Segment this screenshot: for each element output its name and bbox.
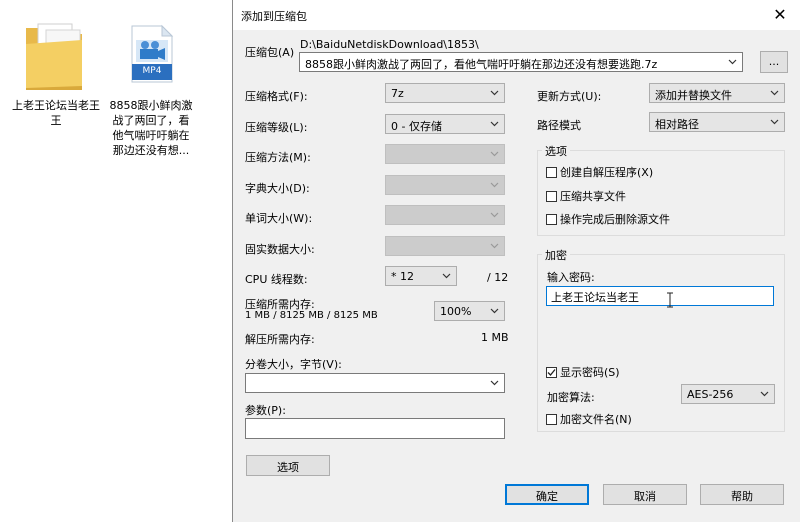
chevron-down-icon [490, 212, 499, 218]
add-to-archive-dialog: 添加到压缩包 ✕ 压缩包(A) D:\BaiduNetdiskDownload\… [232, 0, 800, 522]
shared-checkbox[interactable]: 压缩共享文件 [546, 188, 626, 203]
sfx-checkbox[interactable]: 创建自解压程序(X) [546, 164, 654, 179]
desktop-folder-label-line2: 王 [50, 114, 62, 127]
params-label: 参数(P): [245, 404, 286, 417]
dict-select [385, 175, 505, 195]
password-label: 输入密码: [547, 271, 595, 284]
mp4-file-icon[interactable]: MP4 [128, 24, 176, 84]
split-label: 分卷大小，字节(V): [245, 358, 342, 371]
chevron-down-icon [490, 121, 499, 127]
checkbox-box [546, 367, 557, 378]
cpu-label: CPU 线程数: [245, 273, 308, 286]
enc-method-label: 加密算法: [547, 391, 595, 404]
params-input[interactable] [245, 418, 505, 439]
word-select [385, 205, 505, 225]
checkbox-box [546, 167, 557, 178]
word-label: 单词大小(W): [245, 212, 313, 225]
level-select[interactable]: 0 - 仅存储 [385, 114, 505, 134]
chevron-down-icon [490, 243, 499, 249]
password-input[interactable]: 上老王论坛当老王 [546, 286, 774, 306]
format-select[interactable]: 7z [385, 83, 505, 103]
enc-method-select[interactable]: AES-256 [681, 384, 775, 404]
archive-name-value: 8858跟小鲜肉激战了两回了，看他气喘吁吁躺在那边还没有想要逃跑.7z [305, 58, 658, 71]
text-cursor-icon [667, 292, 673, 308]
chevron-down-icon [490, 308, 499, 314]
mem-comp-value: 1 MB / 8125 MB / 8125 MB [245, 310, 378, 321]
desktop-folder-label: 上老王论坛当老王 [12, 99, 100, 112]
chevron-down-icon [760, 391, 769, 397]
help-button[interactable]: 帮助 [700, 484, 784, 505]
close-icon[interactable]: ✕ [770, 5, 790, 25]
mp4-file-label-4: 那边还没有想... [112, 144, 190, 157]
path-mode-label: 路径模式 [537, 119, 581, 132]
cpu-value: * 12 [391, 270, 414, 283]
shared-label: 压缩共享文件 [560, 190, 626, 203]
chevron-down-icon [770, 90, 779, 96]
dialog-title: 添加到压缩包 [241, 10, 307, 23]
path-mode-value: 相对路径 [655, 118, 699, 131]
update-select[interactable]: 添加并替换文件 [649, 83, 785, 103]
ok-button[interactable]: 确定 [505, 484, 589, 505]
format-label: 压缩格式(F): [245, 90, 308, 103]
chevron-down-icon [490, 182, 499, 188]
chevron-down-icon [490, 151, 499, 157]
chevron-down-icon [490, 90, 499, 96]
chevron-down-icon [442, 273, 451, 279]
enc-method-value: AES-256 [687, 388, 734, 401]
level-value: 0 - 仅存储 [391, 120, 442, 133]
encrypt-names-label: 加密文件名(N) [560, 413, 632, 426]
path-mode-select[interactable]: 相对路径 [649, 112, 785, 132]
folder-icon [26, 23, 82, 90]
mem-decomp-value: 1 MB [481, 331, 509, 344]
method-label: 压缩方法(M): [245, 151, 311, 164]
options-button[interactable]: 选项 [246, 455, 330, 476]
checkbox-box [546, 191, 557, 202]
level-label: 压缩等级(L): [245, 121, 308, 134]
chevron-down-icon [728, 59, 737, 65]
method-select [385, 144, 505, 164]
password-value: 上老王论坛当老王 [551, 291, 639, 304]
delete-label: 操作完成后删除源文件 [560, 213, 670, 226]
update-label: 更新方式(U): [537, 90, 602, 103]
archive-path: D:\BaiduNetdiskDownload\1853\ [300, 38, 479, 51]
desktop-folder-icon[interactable] [20, 10, 92, 98]
update-value: 添加并替换文件 [655, 89, 732, 102]
title-bar: 添加到压缩包 ✕ [233, 0, 800, 30]
show-password-checkbox[interactable]: 显示密码(S) [546, 364, 620, 379]
checkmark-icon [547, 369, 556, 376]
mp4-file-label-3: 他气喘吁吁躺在 [112, 129, 190, 142]
mp4-file-label-1: 8858跟小鲜肉激 [109, 99, 193, 112]
chevron-down-icon [490, 380, 499, 386]
mem-percent-select[interactable]: 100% [434, 301, 505, 321]
format-value: 7z [391, 87, 404, 100]
mp4-badge: MP4 [142, 66, 162, 76]
dict-label: 字典大小(D): [245, 182, 310, 195]
options-group-title: 选项 [542, 143, 570, 159]
delete-checkbox[interactable]: 操作完成后删除源文件 [546, 211, 670, 226]
solid-label: 固实数据大小: [245, 243, 315, 256]
cpu-select[interactable]: * 12 [385, 266, 457, 286]
cancel-button[interactable]: 取消 [603, 484, 687, 505]
archive-name-combo[interactable]: 8858跟小鲜肉激战了两回了，看他气喘吁吁躺在那边还没有想要逃跑.7z [299, 52, 743, 72]
encrypt-names-checkbox[interactable]: 加密文件名(N) [546, 411, 632, 426]
chevron-down-icon [770, 119, 779, 125]
archive-label: 压缩包(A) [245, 46, 295, 59]
cpu-total: / 12 [487, 271, 509, 284]
browse-button[interactable]: ... [760, 51, 788, 73]
mp4-file-label-2: 战了两回了，看 [112, 114, 190, 127]
solid-select [385, 236, 505, 256]
mem-percent-value: 100% [440, 305, 472, 318]
checkbox-box [546, 414, 557, 425]
checkbox-box [546, 214, 557, 225]
sfx-label: 创建自解压程序(X) [560, 166, 654, 179]
split-select[interactable] [245, 373, 505, 393]
show-password-label: 显示密码(S) [560, 366, 620, 379]
mem-decomp-label: 解压所需内存: [245, 333, 315, 346]
encryption-group-title: 加密 [542, 247, 570, 263]
